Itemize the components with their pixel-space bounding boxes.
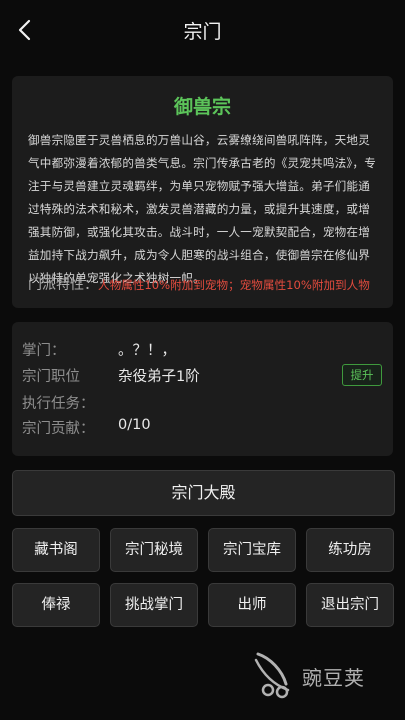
sect-description: 御兽宗隐匿于灵兽栖息的万兽山谷，云雾缭绕间兽吼阵阵，天地灵气中都弥漫着浓郁的兽类… [28, 133, 377, 285]
task-label: 执行任务： [22, 396, 95, 412]
leader-label: 掌门： [22, 343, 66, 359]
sect-name: 御兽宗 [173, 96, 231, 118]
rank-value: 杂役弟子1阶 [118, 369, 200, 385]
trait-label: 门派特性： [28, 277, 98, 293]
library-button[interactable]: 藏书阁 [12, 528, 100, 572]
secret-realm-button[interactable]: 宗门秘境 [110, 528, 198, 572]
sect-intro-card: 御兽宗 御兽宗隐匿于灵兽栖息的万兽山谷，云雾缭绕间兽吼阵阵，天地灵气中都弥漫着浓… [12, 76, 393, 308]
page-title: 宗门 [183, 21, 222, 43]
challenge-leader-button[interactable]: 挑战掌门 [110, 583, 198, 627]
sect-hall-button[interactable]: 宗门大殿 [12, 470, 395, 516]
trait-value: 人物属性10%附加到宠物；宠物属性10%附加到人物 [98, 278, 370, 292]
sect-trait-row: 门派特性：人物属性10%附加到宠物；宠物属性10%附加到人物 [28, 274, 393, 294]
salary-button[interactable]: 俸禄 [12, 583, 100, 627]
member-info-card: 掌门： 。？！， 宗门职位 杂役弟子1阶 提升 执行任务： 宗门贡献： 0/10 [12, 322, 393, 456]
rank-label: 宗门职位 [22, 369, 80, 385]
contribution-label: 宗门贡献： [22, 421, 95, 437]
leave-sect-button[interactable]: 退出宗门 [306, 583, 394, 627]
treasury-button[interactable]: 宗门宝库 [208, 528, 296, 572]
watermark: 豌豆荚 [252, 650, 382, 700]
training-room-button[interactable]: 练功房 [306, 528, 394, 572]
promote-button[interactable]: 提升 [342, 364, 382, 386]
watermark-text: 豌豆荚 [302, 666, 365, 690]
graduate-button[interactable]: 出师 [208, 583, 296, 627]
app-header: 宗门 [0, 0, 405, 60]
contribution-value: 0/10 [118, 417, 151, 433]
leader-value: 。？！， [118, 343, 176, 359]
wandoujia-logo-icon [254, 652, 290, 699]
